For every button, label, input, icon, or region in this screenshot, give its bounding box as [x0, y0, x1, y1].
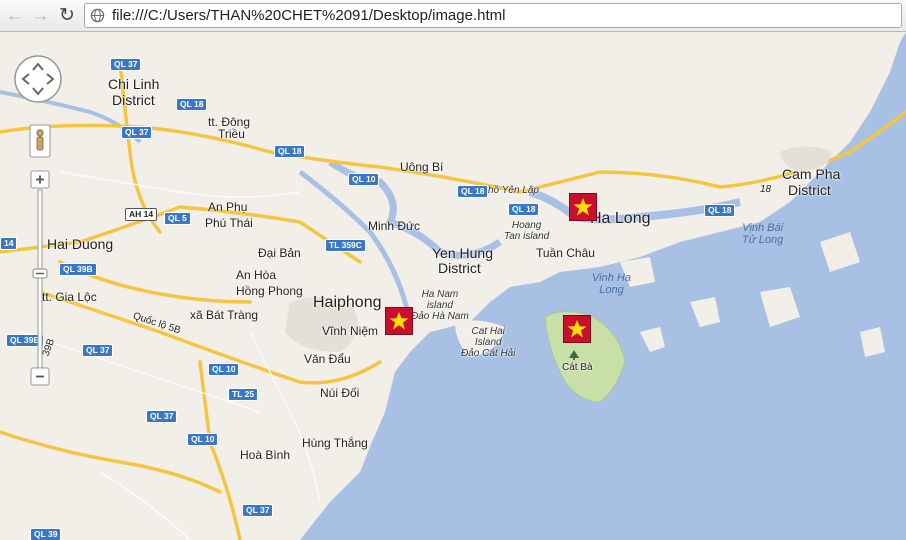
star-icon: [389, 312, 409, 330]
place-dai-ban: Đại Bản: [258, 246, 301, 260]
star-icon: [573, 198, 593, 216]
place-ha-long: Ha Long: [590, 210, 651, 227]
island-label-line: Đảo Hà Nam: [411, 311, 469, 322]
place-an-phu: An Phụ: [208, 200, 248, 214]
zoom-control[interactable]: [29, 124, 51, 424]
road-shield: QL 18: [508, 203, 540, 216]
water-vinh-ha-long: Vinh Ha Long: [592, 272, 631, 296]
address-bar[interactable]: file:///C:/Users/THAN%20CHET%2091/Deskto…: [84, 3, 902, 28]
map-canvas[interactable]: Chi Linh District tt. Đông Triều Uông Bí…: [0, 32, 906, 540]
place-chi-linh: Chi Linh: [108, 76, 160, 92]
place-haiphong: Haiphong: [313, 294, 382, 311]
place-hoa-binh: Hoà Bình: [240, 448, 291, 462]
pan-control[interactable]: [13, 54, 63, 104]
road-shield: QL 37: [110, 58, 142, 71]
water-bai-tu-long: Vịnh Bái Tử Long: [742, 222, 783, 246]
island-label-line: Ha Nam: [421, 289, 459, 300]
road-shield: QL 37: [82, 344, 114, 357]
place-an-hoa: An Hòa: [236, 268, 277, 282]
island-cat-hai: Cat Hai Island Đảo Cát Hải: [461, 326, 515, 359]
place-cat-ba: Cát Bà: [562, 362, 593, 373]
place-cam-pha: Cam Pha: [782, 166, 841, 182]
place-phu-thai: Phú Thái: [205, 216, 253, 230]
road-shield: QL 18: [176, 98, 208, 111]
minor-roads: [19, 171, 321, 540]
road-shield: QL 5: [164, 212, 191, 225]
road-shield: QL 10: [208, 363, 240, 376]
road-shield: QL 37: [242, 504, 274, 517]
island-ha-nam: Ha Nam island Đảo Hà Nam: [411, 289, 469, 322]
island-label-line: Tan island: [504, 231, 550, 242]
island-label-line: Hoang: [511, 220, 542, 231]
place-vinh-niem: Vĩnh Niệm: [322, 324, 379, 338]
pegman-icon: [36, 129, 44, 137]
island-hoang-tan: Hoang Tan island: [504, 220, 549, 242]
island-label-line: island: [426, 300, 453, 311]
water-label-line: Long: [599, 284, 624, 296]
place-hai-duong: Hai Duong: [47, 236, 114, 252]
place-chi-linh-district: District: [112, 92, 155, 108]
road-shield: 14: [0, 237, 18, 250]
place-yen-hung-district: District: [438, 260, 481, 276]
place-yen-hung: Yen Hung: [432, 245, 493, 261]
island-label-line: Cat Hai: [471, 326, 505, 337]
water-label-line: Vinh Ha: [592, 272, 631, 284]
road-shield: QL 10: [187, 433, 219, 446]
road-shield: TL 25: [228, 388, 259, 401]
globe-icon: [90, 8, 105, 23]
place-bat-trang: xã Bát Tràng: [190, 308, 259, 322]
place-hong-phong: Hồng Phong: [236, 284, 303, 298]
url-text: file:///C:/Users/THAN%20CHET%2091/Deskto…: [112, 7, 506, 24]
road-shield: QL 37: [121, 126, 153, 139]
place-cam-pha-district: District: [788, 182, 831, 198]
road-shield: QL 39: [30, 528, 62, 540]
water-label-line: Vịnh Bái: [742, 222, 784, 234]
road-shield: AH 14: [125, 208, 158, 221]
map-base-layer: [0, 32, 906, 540]
road-shield: QL 37: [146, 410, 178, 423]
island-label-line: Island: [474, 337, 502, 348]
browser-toolbar: ← → ↻ file:///C:/Users/THAN%20CHET%2091/…: [0, 0, 906, 32]
road-shield: QL 18: [704, 204, 736, 217]
park-tree-icon: [569, 350, 579, 360]
flag-marker-cat-ba[interactable]: [563, 315, 591, 343]
island-label-line: Đảo Cát Hải: [461, 348, 516, 359]
water-label-line: Tử Long: [742, 234, 784, 246]
road-shield: QL 10: [348, 173, 380, 186]
forward-arrow-icon[interactable]: →: [29, 5, 51, 27]
zoom-slider-track[interactable]: [37, 189, 43, 371]
place-uong-bi: Uông Bí: [400, 160, 444, 174]
road-label-18: 18: [760, 184, 772, 195]
road-shield: QL 18: [274, 145, 306, 158]
reload-icon[interactable]: ↻: [56, 5, 78, 27]
place-minh-duc: Minh Đức: [368, 219, 421, 233]
place-van-dau: Văn Đẩu: [304, 352, 351, 366]
back-arrow-icon[interactable]: ←: [4, 5, 26, 27]
star-icon: [567, 320, 587, 338]
place-ho-yen-lap: hồ Yên Lập: [488, 185, 539, 196]
road-shield: QL 39B: [59, 263, 97, 276]
place-hung-thang: Hùng Thắng: [302, 436, 368, 450]
road-shield: QL 18: [457, 185, 489, 198]
flag-marker-haiphong[interactable]: [385, 307, 413, 335]
flag-marker-ha-long[interactable]: [569, 193, 597, 221]
place-nui-doi: Núi Đối: [320, 386, 360, 400]
place-tuan-chau: Tuần Châu: [536, 246, 595, 260]
place-dong-trieu-2: Triều: [218, 127, 245, 141]
road-shield: TL 359C: [325, 239, 366, 252]
